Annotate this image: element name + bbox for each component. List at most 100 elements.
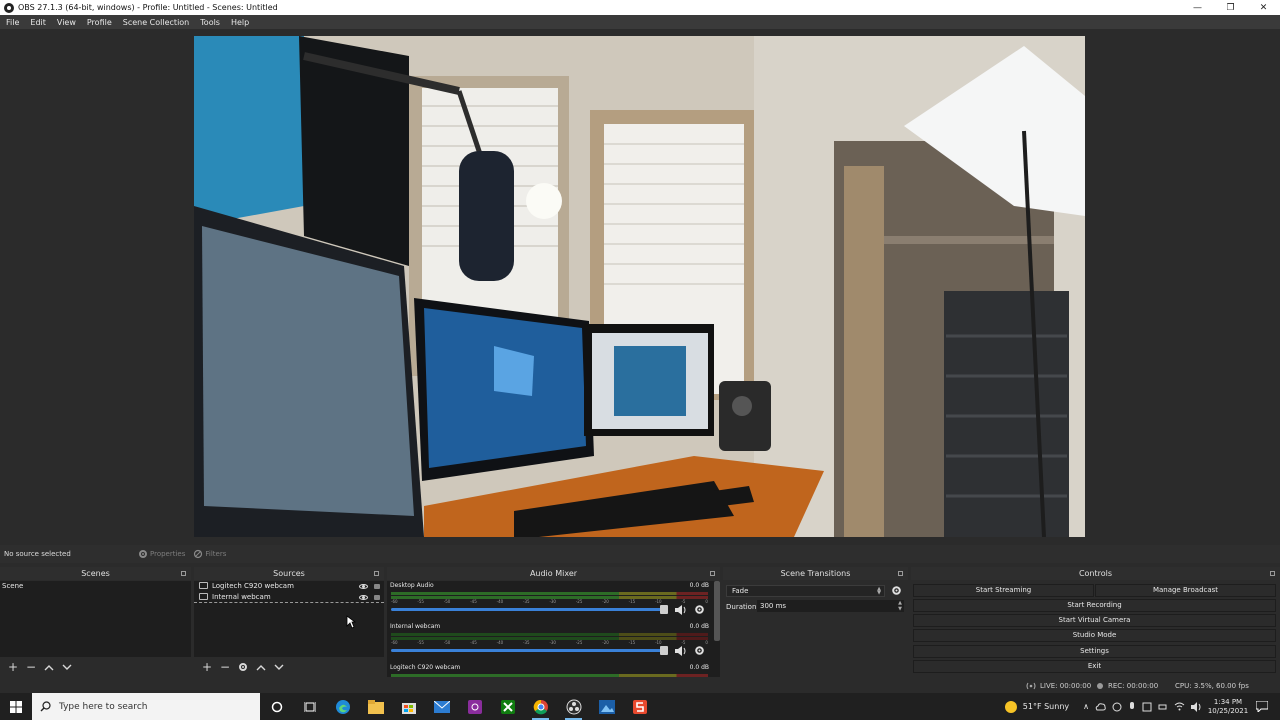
cpu-status: CPU: 3.5%, 60.00 fps (1175, 682, 1249, 690)
gear-icon[interactable] (694, 604, 705, 615)
search-icon (40, 701, 51, 712)
cortana-button[interactable] (260, 693, 293, 720)
tick-label: -50 (443, 599, 451, 604)
notification-icon[interactable] (1256, 701, 1268, 712)
preview-canvas[interactable] (194, 36, 1085, 537)
cloud-icon[interactable] (1095, 702, 1106, 711)
close-button[interactable]: ✕ (1247, 0, 1280, 15)
taskbar-store[interactable] (392, 693, 425, 720)
taskbar-file-explorer[interactable] (359, 693, 392, 720)
start-button[interactable] (0, 693, 32, 720)
taskbar-xbox[interactable] (491, 693, 524, 720)
tray-chevron-icon[interactable]: ∧ (1083, 702, 1089, 711)
taskbar-app-purple[interactable] (458, 693, 491, 720)
taskbar-chrome[interactable] (524, 693, 557, 720)
undock-icon[interactable] (1270, 571, 1275, 576)
source-properties-button[interactable] (234, 659, 252, 675)
tick-label: -15 (628, 640, 636, 645)
undock-icon[interactable] (374, 571, 379, 576)
source-item[interactable]: Logitech C920 webcam (194, 581, 384, 592)
spin-arrows-icon[interactable]: ▲ ▼ (898, 600, 902, 612)
weather-text[interactable]: 51°F Sunny (1023, 702, 1069, 711)
device-icon[interactable] (1142, 702, 1152, 712)
move-scene-up-button[interactable] (40, 659, 58, 675)
wifi-icon[interactable] (1174, 702, 1185, 711)
minimize-button[interactable]: — (1181, 0, 1214, 15)
visibility-eye-icon[interactable] (359, 595, 368, 600)
sources-toolbar: + − (194, 657, 384, 677)
menu-edit[interactable]: Edit (30, 18, 46, 27)
menu-view[interactable]: View (57, 18, 76, 27)
volume-slider[interactable] (391, 605, 668, 614)
lock-icon[interactable] (374, 595, 380, 600)
settings-button[interactable]: Settings (913, 645, 1276, 658)
audio-mixer-dock: Audio Mixer Desktop Audio 0.0 dB -60 -55 -… (387, 567, 720, 677)
battery-icon[interactable] (1158, 702, 1168, 712)
slider-handle[interactable] (660, 646, 668, 655)
tick-label: -60 (391, 640, 398, 645)
tick-label: -25 (575, 599, 583, 604)
duration-spinbox[interactable]: 300 ms ▲ ▼ (757, 600, 904, 612)
manage-broadcast-button[interactable]: Manage Broadcast (1095, 584, 1276, 597)
mixer-channel-desktop-audio: Desktop Audio 0.0 dB -60 -55 -50 -45 -40 -35 -… (387, 581, 720, 622)
taskbar-search[interactable]: Type here to search (32, 693, 260, 720)
move-source-down-button[interactable] (270, 659, 288, 675)
taskbar-clock[interactable]: 1:34 PM 10/25/2021 (1206, 698, 1250, 716)
broadcast-icon (1026, 682, 1036, 690)
gear-icon[interactable] (694, 645, 705, 656)
undock-icon[interactable] (710, 571, 715, 576)
mixer-scrollbar[interactable] (714, 581, 720, 641)
add-source-button[interactable]: + (198, 659, 216, 675)
taskbar-edge[interactable] (326, 693, 359, 720)
remove-scene-button[interactable]: − (22, 659, 40, 675)
source-item[interactable]: Internal webcam (194, 592, 384, 603)
menu-tools[interactable]: Tools (200, 18, 220, 27)
mail-icon (433, 700, 450, 713)
window-controls: — ❐ ✕ (1181, 0, 1280, 15)
speaker-icon[interactable] (674, 645, 688, 657)
volume-icon[interactable] (1191, 701, 1202, 712)
speaker-icon[interactable] (674, 604, 688, 616)
folder-icon (367, 699, 384, 714)
tick-label: -30 (549, 640, 556, 645)
start-virtual-camera-button[interactable]: Start Virtual Camera (913, 614, 1276, 627)
start-streaming-button[interactable]: Start Streaming (913, 584, 1094, 597)
taskbar-photos[interactable] (590, 693, 623, 720)
maximize-button[interactable]: ❐ (1214, 0, 1247, 15)
move-source-up-button[interactable] (252, 659, 270, 675)
visibility-eye-icon[interactable] (359, 584, 368, 589)
taskbar-obs[interactable] (557, 693, 590, 720)
menu-file[interactable]: File (6, 18, 19, 27)
slider-handle[interactable] (660, 605, 668, 614)
move-scene-down-button[interactable] (58, 659, 76, 675)
volume-slider[interactable] (391, 646, 668, 655)
properties-button[interactable]: Properties (138, 549, 185, 559)
undock-icon[interactable] (181, 571, 186, 576)
remove-source-button[interactable]: − (216, 659, 234, 675)
microphone-icon[interactable] (1128, 701, 1136, 712)
undock-icon[interactable] (898, 571, 903, 576)
gear-icon[interactable] (891, 585, 902, 596)
menu-help[interactable]: Help (231, 18, 249, 27)
rec-status: REC: 00:00:00 (1097, 682, 1158, 690)
scene-transitions-dock: Scene Transitions Fade ▲ ▼ Duration 300 m… (723, 567, 908, 677)
add-scene-button[interactable]: + (4, 659, 22, 675)
menu-profile[interactable]: Profile (87, 18, 112, 27)
properties-label: Properties (150, 550, 186, 558)
exit-button[interactable]: Exit (913, 660, 1276, 673)
tick-label: -15 (628, 599, 636, 604)
filters-button[interactable]: Filters (193, 549, 226, 559)
taskbar-app-red[interactable] (623, 693, 656, 720)
lock-icon[interactable] (374, 584, 380, 589)
volume-meter (391, 674, 708, 677)
clock-icon[interactable] (1112, 702, 1122, 712)
task-view-button[interactable] (293, 693, 326, 720)
taskbar-mail[interactable] (425, 693, 458, 720)
mixer-channel-internal-webcam: Internal webcam 0.0 dB -60 -55 -50 -45 -40 -3… (387, 622, 720, 663)
transition-select[interactable]: Fade ▲ ▼ (726, 585, 885, 597)
scene-item[interactable]: Scene (0, 581, 191, 592)
start-recording-button[interactable]: Start Recording (913, 599, 1276, 612)
studio-mode-button[interactable]: Studio Mode (913, 629, 1276, 642)
menu-scene-collection[interactable]: Scene Collection (123, 18, 190, 27)
tick-label: -40 (496, 599, 504, 604)
